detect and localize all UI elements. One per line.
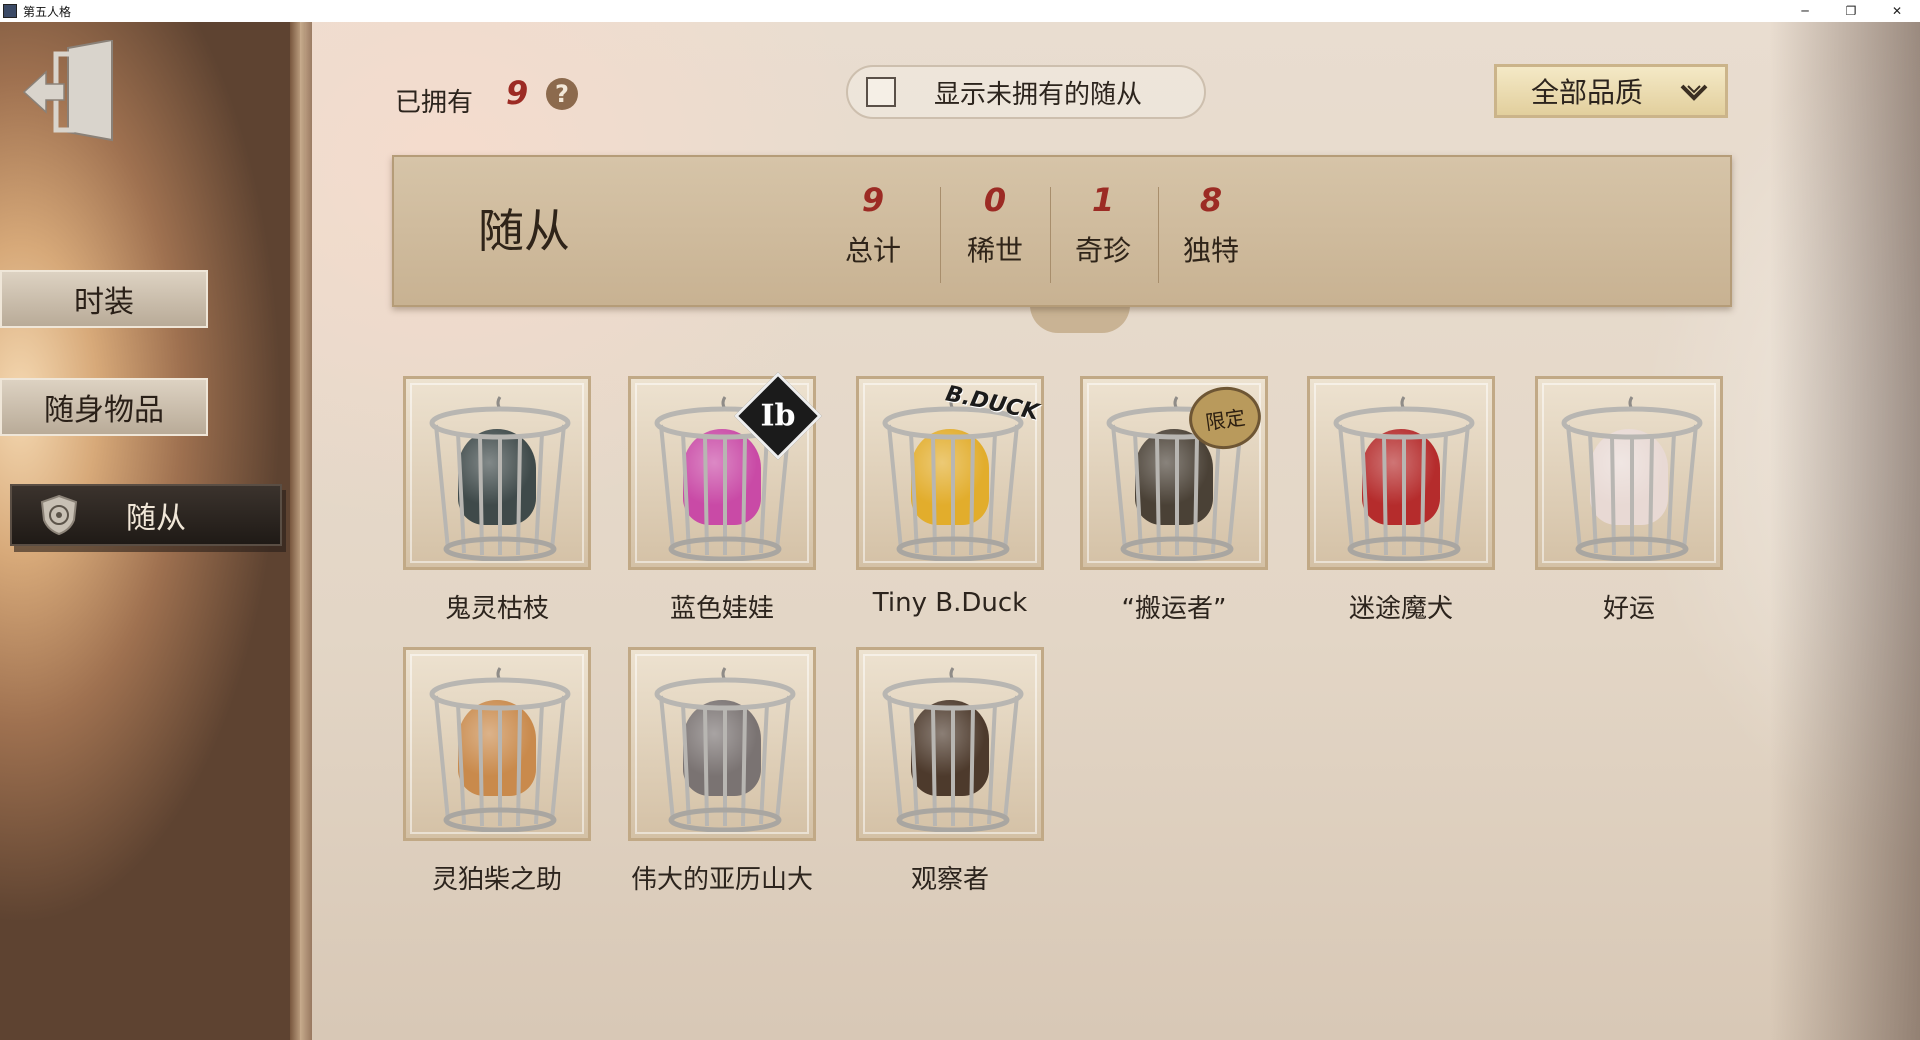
stat-label: 独特 [1182,234,1239,267]
stat-value: 1 [1091,181,1115,219]
birdcage-icon [1333,396,1475,561]
badge-text: Ib [760,398,796,434]
pet-name: 好运 [1602,594,1655,624]
pet-card[interactable]: 伟大的亚历山大 [628,647,816,895]
restore-button[interactable]: ❐ [1828,0,1874,22]
minimize-button[interactable]: ─ [1782,0,1828,22]
stat-exotic: 1 奇珍 [1048,181,1158,269]
nav-item-label: 时装 [74,285,134,320]
app-icon [3,4,17,18]
chevron-down-icon [1680,84,1708,101]
stat-value: 8 [1199,181,1223,219]
pet-name: 迷途魔犬 [1348,594,1453,624]
pet-name: 灵狛柴之助 [431,865,562,895]
nav-item-pets[interactable]: 随从 [10,484,282,546]
quality-filter-dropdown[interactable]: 全部品质 [1494,64,1728,118]
stat-unique: 8 独特 [1156,181,1266,269]
pet-frame: B.DUCK [856,376,1044,570]
pet-card[interactable]: 观察者 [856,647,1044,895]
right-shadow [1770,22,1920,1040]
banner-notch [1030,305,1130,333]
pet-frame [628,647,816,841]
window-title: 第五人格 [23,4,72,19]
show-unowned-label: 显示未拥有的随从 [934,79,1143,110]
show-unowned-toggle[interactable]: 显示未拥有的随从 [846,65,1206,119]
panel-divider [290,22,312,1040]
pet-name: “搬运者” [1121,594,1227,624]
pet-frame [856,647,1044,841]
birdcage-icon [429,667,571,832]
pet-frame: 限定 [1080,376,1268,570]
exit-door-icon [22,38,113,142]
nav-item-label: 随身物品 [44,393,164,428]
owned-label: 已拥有 [395,88,474,118]
pet-card[interactable]: 限定 “搬运者” [1080,376,1268,624]
window-controls: ─ ❐ ✕ [1782,0,1920,22]
pet-frame [403,647,591,841]
pet-card[interactable]: B.DUCK Tiny B.Duck [856,376,1044,618]
stat-value: 9 [861,181,885,219]
window-titlebar: 第五人格 ─ ❐ ✕ [0,0,1920,23]
game-screen: 时装 随身物品 随从 已拥有 9 ? 显示未拥有的随从 全部品质 随从 9 总计 [0,22,1920,1040]
birdcage-icon [429,396,571,561]
help-icon[interactable]: ? [546,78,578,110]
birdcage-icon [654,667,796,832]
exit-door-button[interactable] [20,38,120,150]
nav-item-accessories[interactable]: 随身物品 [0,378,208,436]
stats-banner: 随从 9 总计 0 稀世 1 奇珍 8 独特 [392,155,1732,307]
pet-name: Tiny B.Duck [872,588,1028,618]
stat-label: 总计 [844,234,901,267]
stat-label: 奇珍 [1074,234,1131,267]
pet-name: 蓝色娃娃 [669,594,774,624]
close-button[interactable]: ✕ [1874,0,1920,22]
stat-label: 稀世 [966,234,1023,267]
pet-card[interactable]: 迷途魔犬 [1307,376,1495,624]
pet-card[interactable]: Ib 蓝色娃娃 [628,372,822,624]
banner-title: 随从 [478,204,570,258]
nav-item-costume[interactable]: 时装 [0,270,208,328]
pet-frame [1535,376,1723,570]
birdcage-icon [1561,396,1703,561]
pet-name: 伟大的亚历山大 [630,865,813,895]
pet-frame [403,376,591,570]
birdcage-icon [882,667,1024,832]
pet-card[interactable]: 鬼灵枯枝 [403,376,591,624]
owned-count: 9 [506,74,529,112]
pet-name: 鬼灵枯枝 [444,594,549,624]
stat-total: 9 总计 [818,181,928,269]
pet-frame: Ib [628,372,822,570]
pet-card[interactable]: 好运 [1535,376,1723,624]
shield-emblem-icon [40,494,78,536]
quality-filter-value: 全部品质 [1531,76,1644,109]
stat-rare: 0 稀世 [940,181,1050,269]
pet-name: 观察者 [910,865,989,895]
stat-value: 0 [983,181,1007,219]
pet-card[interactable]: 灵狛柴之助 [403,647,591,895]
show-unowned-checkbox[interactable] [866,77,896,107]
pet-frame [1307,376,1495,570]
nav-item-label: 随从 [126,501,186,536]
